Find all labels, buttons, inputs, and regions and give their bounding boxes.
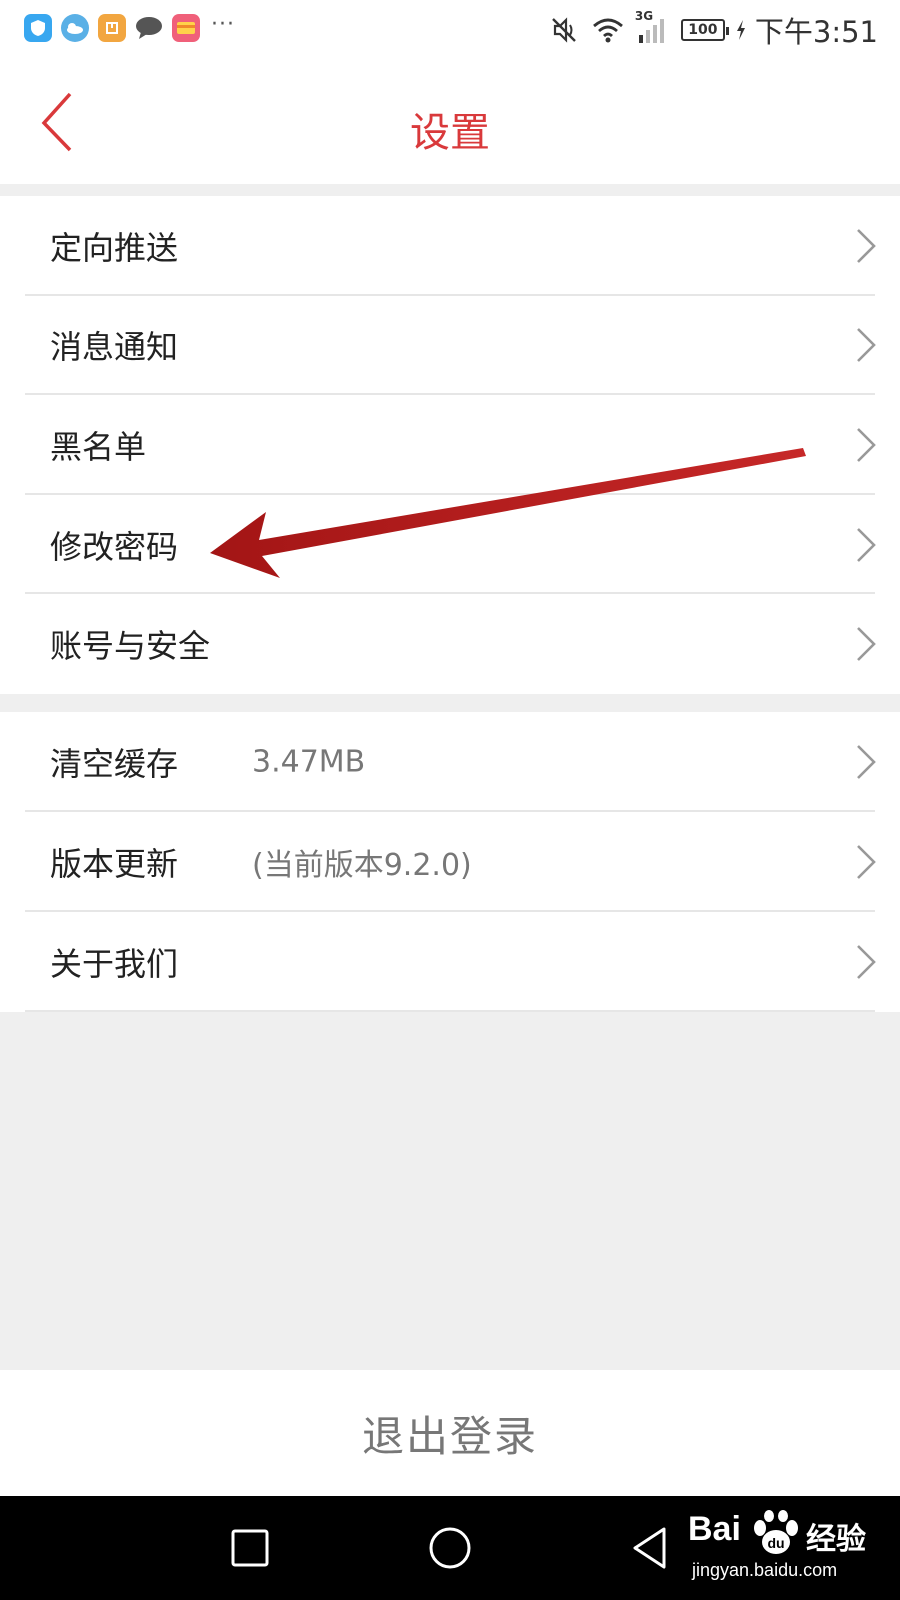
setting-label: 修改密码 bbox=[50, 527, 179, 566]
battery-level: 100 bbox=[680, 19, 729, 41]
setting-label: 关于我们 bbox=[50, 945, 179, 983]
setting-label: 消息通知 bbox=[50, 328, 179, 367]
divider bbox=[25, 1010, 875, 1012]
wifi-icon bbox=[591, 16, 625, 44]
chevron-right-icon bbox=[857, 745, 876, 779]
setting-row-clear-cache[interactable]: 清空缓存 3.47MB bbox=[0, 712, 900, 812]
recent-apps-icon bbox=[231, 1529, 269, 1567]
status-time: 下午3:51 bbox=[754, 15, 878, 49]
title-bar: 设置 bbox=[0, 62, 900, 184]
home-button[interactable] bbox=[422, 1520, 478, 1576]
package-app-icon bbox=[98, 14, 126, 42]
logout-button[interactable]: 退出登录 bbox=[0, 1370, 900, 1496]
chat-app-icon bbox=[135, 14, 163, 42]
setting-row-version-update[interactable]: 版本更新 (当前版本9.2.0) bbox=[0, 812, 900, 912]
setting-label: 账号与安全 bbox=[50, 627, 211, 666]
more-notifications-icon: ··· bbox=[211, 11, 235, 37]
charging-icon bbox=[735, 19, 747, 41]
setting-label: 定向推送 bbox=[50, 228, 179, 267]
back-triangle-icon bbox=[633, 1527, 666, 1569]
wallet-app-icon bbox=[172, 14, 200, 42]
watermark-brand-cn: 经验 bbox=[806, 1522, 866, 1557]
setting-row-targeted-push[interactable]: 定向推送 bbox=[0, 196, 900, 296]
shield-app-icon bbox=[24, 14, 52, 42]
mute-icon bbox=[549, 15, 579, 45]
setting-row-about-us[interactable]: 关于我们 bbox=[0, 912, 900, 1012]
chevron-right-icon bbox=[857, 428, 876, 462]
cellular-signal-icon: 3G bbox=[635, 9, 669, 45]
setting-row-change-password[interactable]: 修改密码 bbox=[0, 495, 900, 595]
chevron-right-icon bbox=[857, 527, 876, 562]
back-nav-button[interactable] bbox=[622, 1520, 678, 1576]
recent-apps-button[interactable] bbox=[222, 1520, 278, 1576]
system-nav-bar: Bai du 经验 jingyan.baidu.com bbox=[0, 1496, 900, 1600]
setting-label: 黑名单 bbox=[50, 427, 147, 466]
weather-app-icon bbox=[61, 14, 89, 42]
paw-icon: du bbox=[754, 1510, 798, 1554]
battery-icon: 100 bbox=[680, 19, 729, 41]
settings-group-app: 清空缓存 3.47MB 版本更新 (当前版本9.2.0) 关于我们 bbox=[0, 712, 900, 1012]
chevron-right-icon bbox=[857, 228, 876, 263]
setting-row-notifications[interactable]: 消息通知 bbox=[0, 296, 900, 396]
home-icon bbox=[429, 1527, 471, 1569]
cache-size-value: 3.47MB bbox=[252, 744, 366, 780]
svg-text:du: du bbox=[767, 1535, 784, 1551]
setting-row-account-security[interactable]: 账号与安全 bbox=[0, 594, 900, 694]
current-version-value: (当前版本9.2.0) bbox=[252, 848, 472, 883]
watermark-url: jingyan.baidu.com bbox=[692, 1560, 838, 1580]
baidu-jingyan-watermark: Bai du 经验 jingyan.baidu.com bbox=[688, 1510, 888, 1590]
network-type-label: 3G bbox=[634, 9, 654, 23]
chevron-right-icon bbox=[857, 845, 876, 879]
page-title: 设置 bbox=[410, 110, 490, 156]
settings-group-account: 定向推送 消息通知 黑名单 修改密码 账号与安全 bbox=[0, 196, 900, 694]
setting-label: 清空缓存 bbox=[50, 745, 179, 783]
watermark-brand: Bai bbox=[688, 1510, 741, 1548]
setting-label: 版本更新 bbox=[50, 845, 179, 883]
chevron-right-icon bbox=[857, 627, 876, 662]
system-status: 3G 100 下午3:51 bbox=[537, 9, 878, 50]
notification-icons: ··· bbox=[24, 11, 235, 42]
chevron-right-icon bbox=[857, 328, 876, 363]
chevron-right-icon bbox=[857, 945, 876, 979]
logout-label: 退出登录 bbox=[361, 1411, 538, 1461]
setting-row-blacklist[interactable]: 黑名单 bbox=[0, 395, 900, 495]
status-bar: ··· 3G 100 下午3:51 bbox=[0, 0, 900, 62]
